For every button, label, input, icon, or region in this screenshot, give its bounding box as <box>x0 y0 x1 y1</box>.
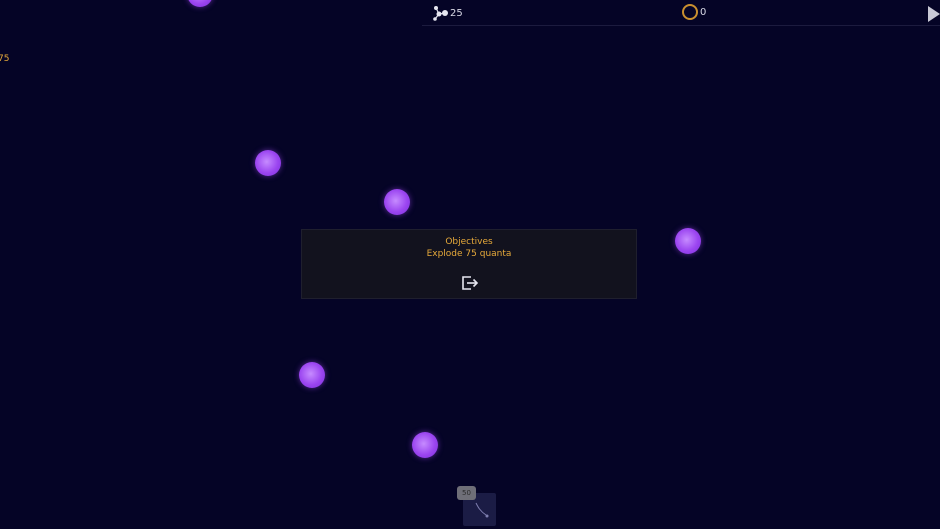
game-field[interactable]: 25 0 75 Objectives Explode 75 quanta 50 <box>0 0 940 529</box>
left-counter: 75 <box>0 54 10 64</box>
top-hud: 25 0 <box>422 0 940 26</box>
quantum-orb[interactable] <box>255 150 281 176</box>
coins-counter: 0 <box>682 4 706 20</box>
ability-badge: 50 <box>457 486 476 500</box>
quantum-orb[interactable] <box>412 432 438 458</box>
exit-icon <box>462 276 479 290</box>
quantum-orb[interactable] <box>187 0 213 7</box>
particles-counter: 25 <box>430 4 463 22</box>
particles-value: 25 <box>450 7 463 19</box>
objectives-text: Explode 75 quanta <box>426 249 512 259</box>
quantum-orb[interactable] <box>675 228 701 254</box>
exit-button[interactable] <box>460 274 480 292</box>
coins-value: 0 <box>700 6 707 18</box>
quantum-orb[interactable] <box>299 362 325 388</box>
molecule-icon <box>433 6 448 21</box>
objectives-title: Objectives <box>445 237 493 247</box>
quantum-orb[interactable] <box>384 189 410 215</box>
play-icon[interactable] <box>928 6 940 22</box>
objectives-panel: Objectives Explode 75 quanta <box>301 229 637 299</box>
coin-ring-icon <box>682 4 698 20</box>
